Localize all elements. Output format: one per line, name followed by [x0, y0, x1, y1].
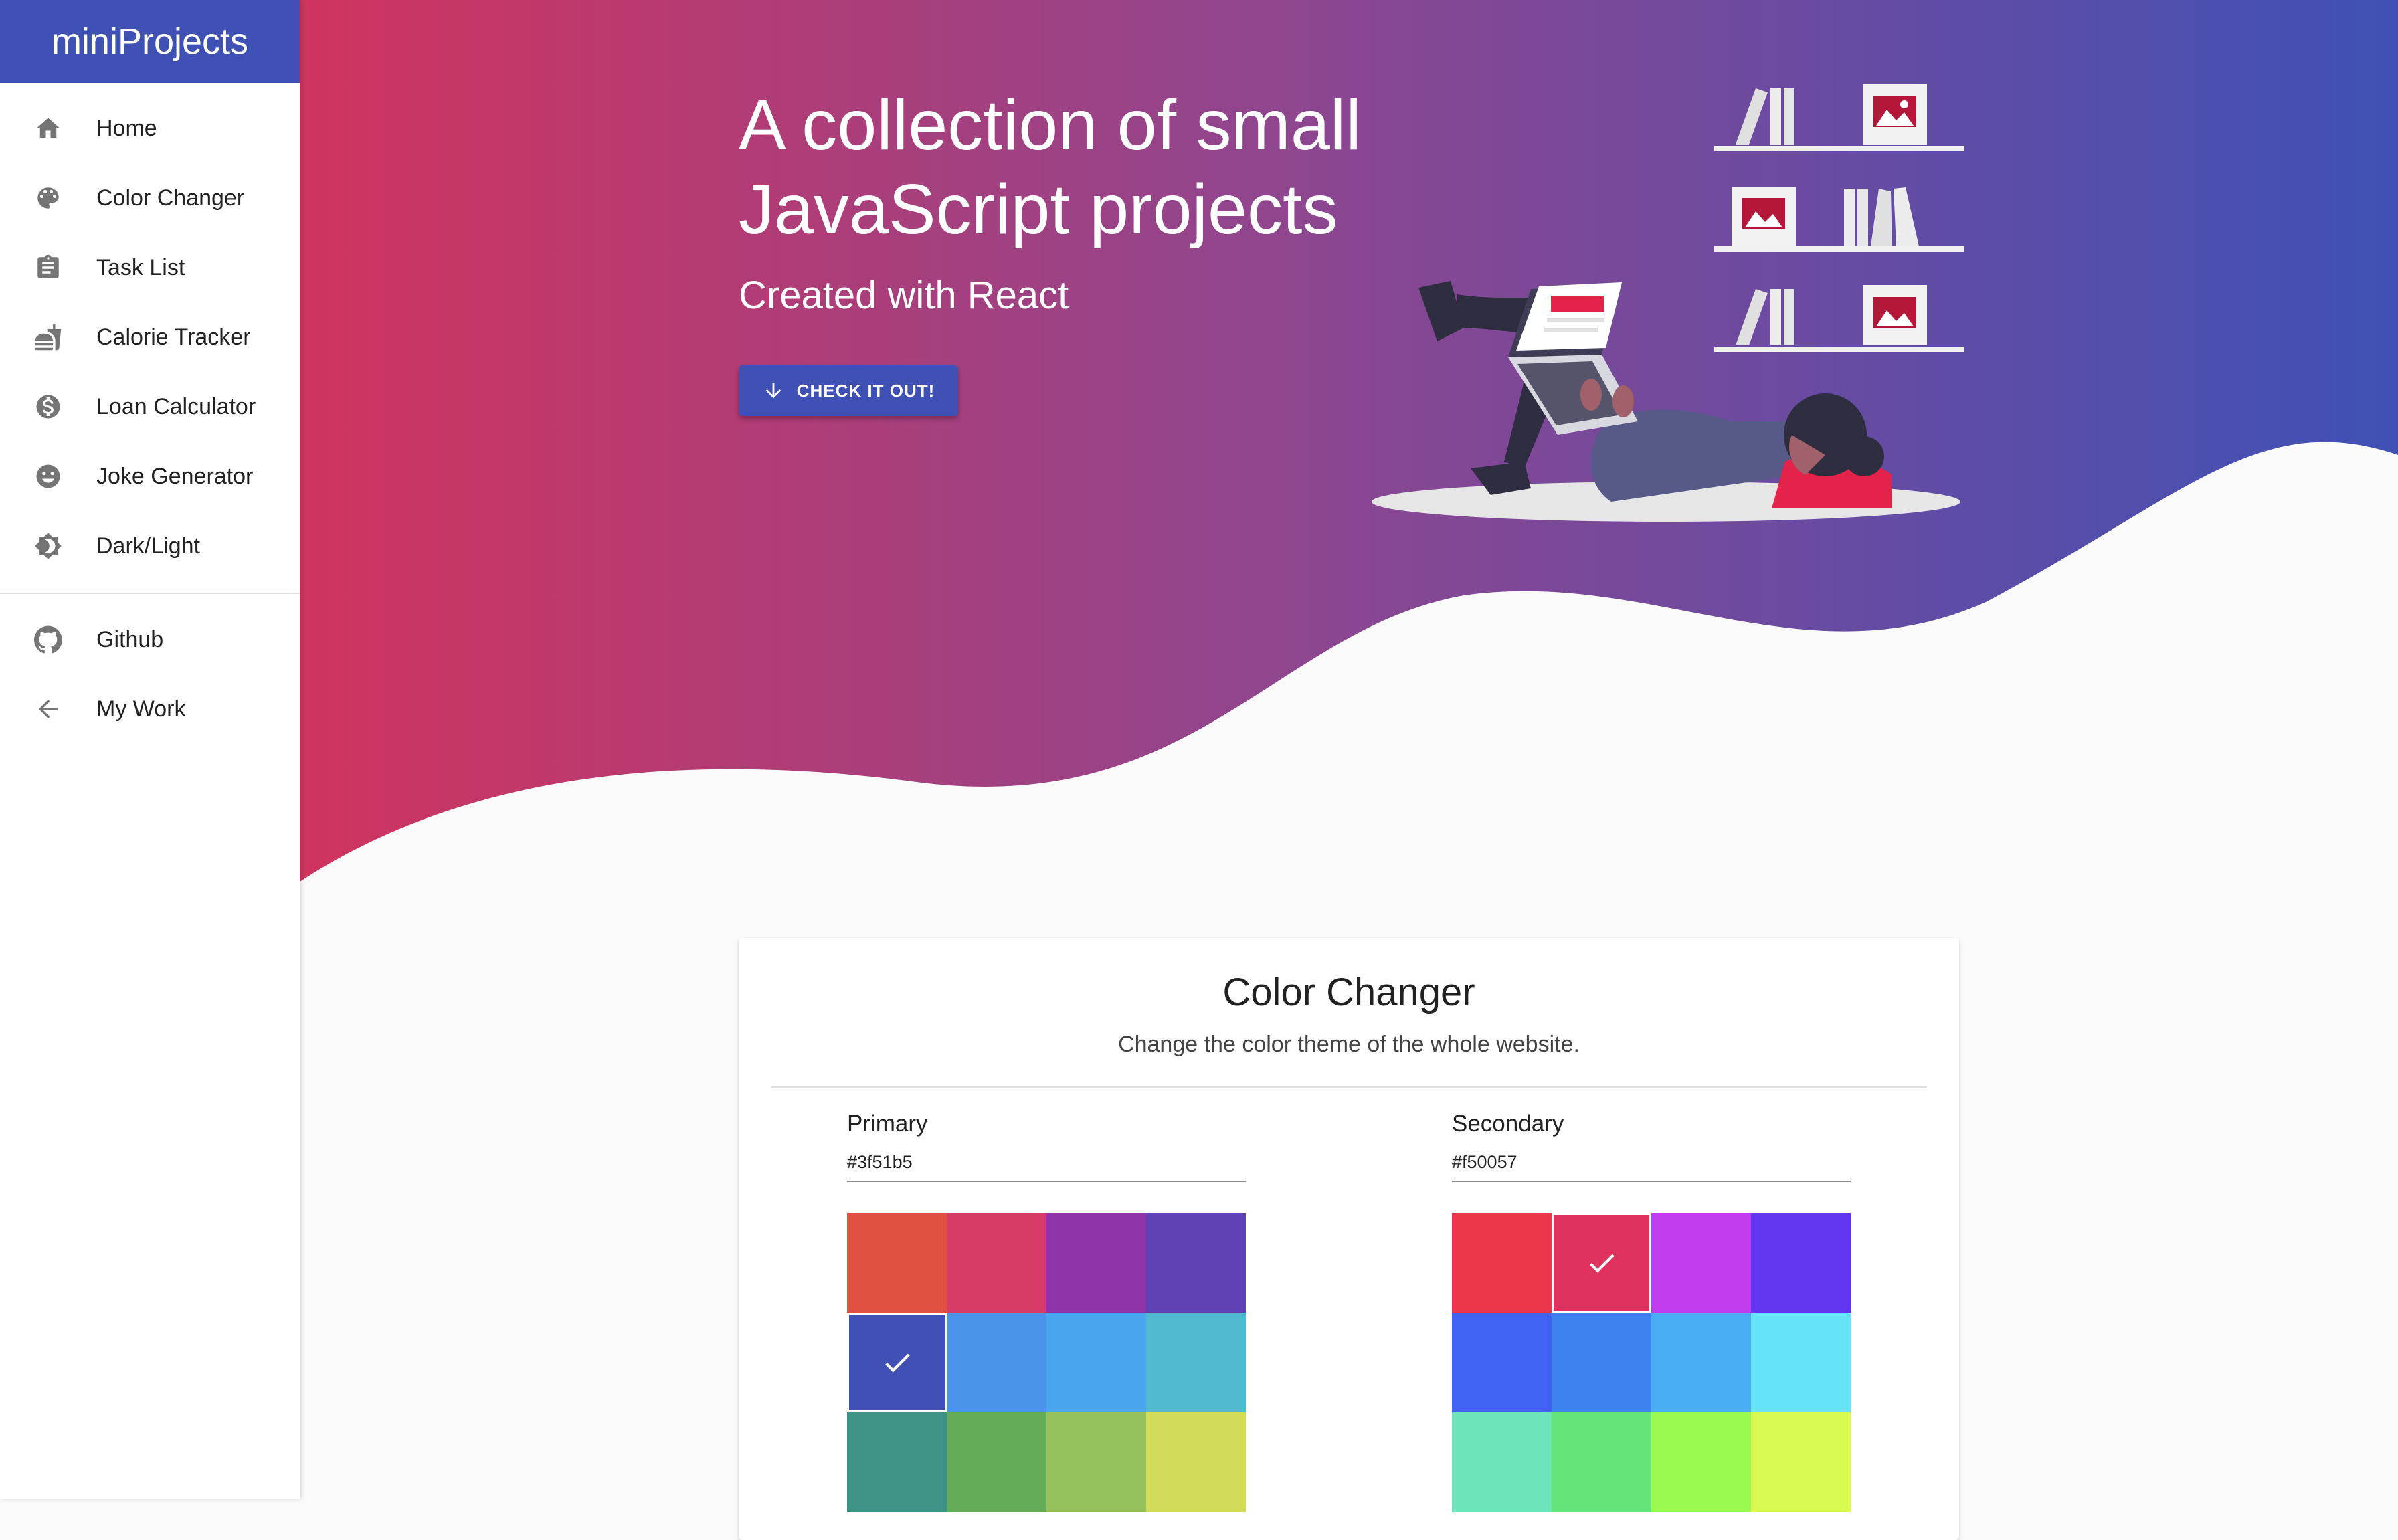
- card-title: Color Changer: [1222, 971, 1475, 1014]
- primary-swatch[interactable]: [1146, 1213, 1246, 1313]
- arrow-down-icon: [765, 383, 781, 399]
- primary-swatch[interactable]: [1046, 1313, 1146, 1412]
- secondary-label: Secondary: [1452, 1111, 1564, 1137]
- sidebar-item-color-changer[interactable]: Color Changer: [0, 163, 300, 233]
- secondary-swatch[interactable]: [1452, 1313, 1552, 1412]
- sidebar-item-label: Calorie Tracker: [96, 324, 251, 350]
- secondary-swatch[interactable]: [1552, 1313, 1651, 1412]
- secondary-swatch[interactable]: [1751, 1213, 1851, 1313]
- clipboard-icon: [0, 254, 96, 282]
- primary-swatch[interactable]: [1146, 1313, 1246, 1412]
- secondary-swatch[interactable]: [1452, 1412, 1552, 1512]
- secondary-swatch[interactable]: [1751, 1412, 1851, 1512]
- primary-swatch[interactable]: [1046, 1412, 1146, 1512]
- cta-label: CHECK IT OUT!: [796, 380, 935, 401]
- app-brand[interactable]: miniProjects: [0, 0, 300, 83]
- arrow-back-icon: [0, 695, 96, 723]
- secondary-swatch[interactable]: [1651, 1213, 1751, 1313]
- primary-swatch[interactable]: [1146, 1412, 1246, 1512]
- palette-icon: [0, 184, 96, 212]
- sidebar-item-joke-generator[interactable]: Joke Generator: [0, 442, 300, 511]
- brightness-icon: [0, 532, 96, 560]
- primary-hex-input[interactable]: [847, 1152, 1246, 1182]
- primary-swatch[interactable]: [1046, 1213, 1146, 1313]
- primary-swatch[interactable]: [847, 1412, 947, 1512]
- sidebar-item-home[interactable]: Home: [0, 94, 300, 163]
- sidebar-item-label: Home: [96, 115, 157, 141]
- home-icon: [0, 114, 96, 142]
- sidebar-item-label: Loan Calculator: [96, 393, 256, 419]
- sidebar-item-loan-calculator[interactable]: Loan Calculator: [0, 372, 300, 442]
- hero-section: A collection of small JavaScript project…: [300, 0, 2398, 896]
- sidebar-item-label: Task List: [96, 254, 185, 280]
- secondary-swatch[interactable]: [1751, 1313, 1851, 1412]
- smiley-icon: [0, 462, 96, 490]
- hero-subtitle: Created with React: [739, 274, 1069, 317]
- sidebar-item-my-work[interactable]: My Work: [0, 674, 300, 744]
- dollar-icon: [0, 393, 96, 421]
- color-changer-card: Color Changer Change the color theme of …: [739, 938, 1959, 1540]
- sidebar-item-label: My Work: [96, 696, 186, 722]
- sidebar-item-label: Dark/Light: [96, 533, 200, 559]
- check-icon: [849, 1315, 945, 1410]
- sidebar: miniProjects Home Color Changer Task Lis…: [0, 0, 300, 1499]
- secondary-swatch[interactable]: [1552, 1412, 1651, 1512]
- secondary-swatch[interactable]: [1552, 1213, 1651, 1313]
- card-divider: [771, 1086, 1927, 1088]
- sidebar-item-label: Color Changer: [96, 185, 245, 211]
- sidebar-item-task-list[interactable]: Task List: [0, 233, 300, 302]
- sidebar-item-calorie-tracker[interactable]: Calorie Tracker: [0, 302, 300, 372]
- secondary-hex-input[interactable]: [1452, 1152, 1851, 1182]
- bookshelf-icon: [1714, 84, 1964, 352]
- secondary-swatch[interactable]: [1452, 1213, 1552, 1313]
- sidebar-divider: [0, 593, 300, 594]
- card-description: Change the color theme of the whole webs…: [1118, 1032, 1580, 1057]
- primary-swatch[interactable]: [947, 1412, 1046, 1512]
- sidebar-item-dark-light[interactable]: Dark/Light: [0, 511, 300, 581]
- secondary-swatch[interactable]: [1651, 1412, 1751, 1512]
- primary-color-picker: Primary: [847, 1111, 1246, 1512]
- primary-swatch[interactable]: [947, 1213, 1046, 1313]
- primary-swatch-grid: [847, 1213, 1246, 1512]
- secondary-swatch-grid: [1452, 1213, 1851, 1512]
- sidebar-item-github[interactable]: Github: [0, 605, 300, 674]
- external-links: Github My Work: [0, 605, 300, 744]
- primary-label: Primary: [847, 1111, 928, 1137]
- check-it-out-button[interactable]: CHECK IT OUT!: [739, 365, 958, 416]
- reading-person-illustration: [1372, 84, 1964, 522]
- primary-swatch[interactable]: [847, 1313, 947, 1412]
- primary-swatch[interactable]: [947, 1313, 1046, 1412]
- sidebar-item-label: Github: [96, 626, 164, 652]
- github-icon: [0, 625, 96, 654]
- secondary-color-picker: Secondary: [1452, 1111, 1851, 1512]
- secondary-swatch[interactable]: [1651, 1313, 1751, 1412]
- primary-swatch[interactable]: [847, 1213, 947, 1313]
- main-nav: Home Color Changer Task List Calorie Tra…: [0, 83, 300, 581]
- sidebar-item-label: Joke Generator: [96, 463, 254, 489]
- fastfood-icon: [0, 323, 96, 351]
- brand-title: miniProjects: [51, 21, 249, 62]
- check-icon: [1554, 1215, 1649, 1311]
